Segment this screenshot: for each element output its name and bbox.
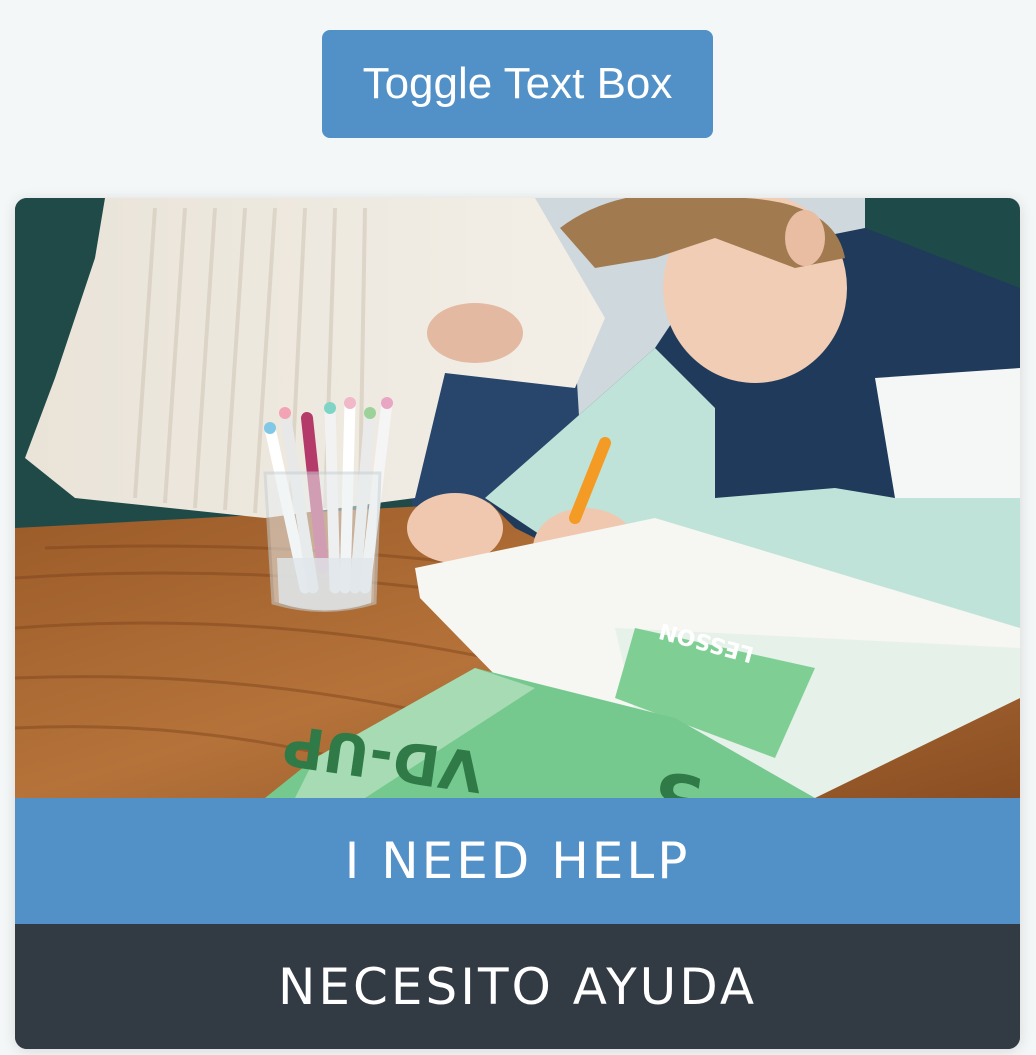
pen-cup-icon	[263, 397, 393, 612]
help-card[interactable]: VD-UP 3 LESSON I NEED HELP	[15, 198, 1020, 1049]
i-need-help-label[interactable]: I NEED HELP	[15, 798, 1020, 924]
necesito-ayuda-label[interactable]: NECESITO AYUDA	[15, 924, 1020, 1049]
photo-child-studying: VD-UP 3 LESSON	[15, 198, 1020, 798]
toggle-text-box-button[interactable]: Toggle Text Box	[322, 30, 713, 138]
